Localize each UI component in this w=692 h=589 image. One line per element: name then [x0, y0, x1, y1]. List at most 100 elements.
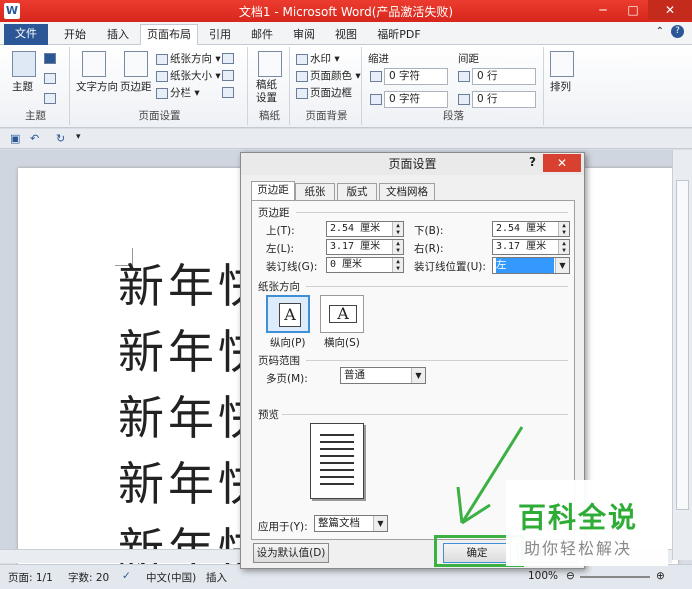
size-button[interactable]: 纸张大小 ▾	[156, 68, 221, 83]
tab-foxit-pdf[interactable]: 福昕PDF	[372, 25, 426, 45]
effects-icon[interactable]	[44, 93, 56, 104]
ribbon-tabs: 文件 开始 插入 页面布局 引用 邮件 审阅 视图 福昕PDF ⌃ ?	[0, 22, 692, 45]
landscape-icon: A	[329, 305, 357, 323]
page-border-button[interactable]: 页面边框	[296, 85, 352, 100]
bottom-margin-spinner[interactable]: ▲ ▼	[558, 222, 569, 236]
watermark-button[interactable]: 水印 ▾	[296, 51, 340, 66]
tab-mailings[interactable]: 邮件	[244, 25, 280, 45]
apply-to-select[interactable]: 整篇文档 ▼	[314, 515, 388, 532]
tab-view[interactable]: 视图	[328, 25, 364, 45]
dialog-tab-paper[interactable]: 纸张	[295, 183, 335, 201]
columns-button[interactable]: 分栏 ▾	[156, 85, 200, 100]
status-language[interactable]: 中文(中国)	[146, 570, 196, 585]
manuscript-button[interactable]: 稿纸设置	[256, 79, 282, 105]
tab-file[interactable]: 文件	[4, 24, 48, 45]
page-color-button[interactable]: 页面颜色 ▾	[296, 68, 361, 83]
gutter-spinner[interactable]: ▲ ▼	[392, 258, 403, 272]
ribbon-collapse-icon[interactable]: ⌃	[656, 26, 664, 37]
watermark-label: 水印	[310, 53, 331, 65]
close-window-button[interactable]: ✕	[648, 0, 692, 20]
status-zoom[interactable]: 100%	[528, 570, 558, 582]
customize-toolbar-icon[interactable]: ▾	[76, 132, 81, 142]
margins-icon[interactable]	[124, 51, 148, 77]
tab-insert[interactable]: 插入	[100, 25, 136, 45]
portrait-option[interactable]: A	[266, 295, 310, 333]
left-margin-field[interactable]: 3.17 厘米 ▲ ▼	[326, 239, 404, 255]
section-divider	[296, 212, 568, 213]
status-mode[interactable]: 插入	[206, 570, 227, 585]
spacing-label: 间距	[458, 53, 479, 65]
tab-review[interactable]: 审阅	[286, 25, 322, 45]
multiple-pages-select[interactable]: 普通 ▼	[340, 367, 426, 384]
text-direction-icon[interactable]	[82, 51, 106, 77]
theme-icon[interactable]	[12, 51, 36, 77]
set-default-button[interactable]: 设为默认值(D)	[253, 543, 329, 563]
indent-right-field[interactable]: 0 字符	[384, 91, 448, 108]
ribbon: 主题 主题 文字方向 页边距 纸张方向 ▾ 纸张大小 ▾ 分栏 ▾ 页面设置 稿…	[0, 45, 692, 128]
margins-button[interactable]: 页边距	[120, 79, 152, 94]
zoom-out-icon[interactable]: ⊖	[566, 570, 575, 582]
save-icon[interactable]: ▣	[10, 132, 20, 145]
dialog-tab-grid[interactable]: 文档网格	[379, 183, 435, 201]
margins-section-label: 页边距	[258, 207, 290, 219]
tab-references[interactable]: 引用	[202, 25, 238, 45]
manuscript-icon[interactable]	[258, 51, 282, 77]
colors-icon[interactable]	[44, 53, 56, 64]
line-numbers-icon[interactable]	[222, 70, 234, 81]
help-icon[interactable]: ?	[671, 25, 684, 38]
page-preview	[310, 423, 364, 499]
preview-line	[320, 476, 354, 478]
apply-to-value: 整篇文档	[318, 517, 360, 529]
group-label-paragraph: 段落	[443, 110, 464, 122]
status-page[interactable]: 页面: 1/1	[8, 570, 53, 585]
theme-button[interactable]: 主题	[12, 79, 33, 94]
top-margin-spinner[interactable]: ▲ ▼	[392, 222, 403, 236]
right-margin-field[interactable]: 3.17 厘米 ▲ ▼	[492, 239, 570, 255]
top-margin-field[interactable]: 2.54 厘米 ▲ ▼	[326, 221, 404, 237]
undo-icon[interactable]: ↶	[30, 132, 39, 145]
minimize-button[interactable]: ─	[588, 0, 618, 20]
portrait-label[interactable]: 纵向(P)	[270, 335, 306, 350]
quick-access-toolbar: ▣ ↶ ↻ ▾	[0, 129, 692, 149]
vertical-scroll-thumb[interactable]	[676, 180, 689, 510]
arrange-button[interactable]: 排列	[550, 79, 571, 94]
tab-page-layout[interactable]: 页面布局	[140, 24, 198, 45]
chevron-down-icon: ▼	[411, 368, 425, 383]
dialog-tab-layout[interactable]: 版式	[337, 183, 377, 201]
zoom-in-icon[interactable]: ⊕	[656, 570, 665, 582]
status-words[interactable]: 字数: 20	[68, 570, 109, 585]
landscape-label[interactable]: 横向(S)	[324, 335, 360, 350]
group-page-background: 水印 ▾ 页面颜色 ▾ 页面边框 页面背景	[292, 47, 362, 125]
gutter-field[interactable]: 0 厘米 ▲ ▼	[326, 257, 404, 273]
dialog-close-button[interactable]: ✕	[543, 154, 581, 172]
redo-icon[interactable]: ↻	[56, 132, 65, 145]
left-margin-label: 左(L):	[266, 243, 295, 255]
landscape-option[interactable]: A	[320, 295, 364, 333]
preview-line	[320, 441, 354, 443]
maximize-button[interactable]: □	[618, 0, 648, 20]
indent-right-value: 0 字符	[389, 93, 421, 105]
right-margin-spinner[interactable]: ▲ ▼	[558, 240, 569, 254]
gutter-position-select[interactable]: 左 ▼	[492, 257, 570, 274]
dialog-help-button[interactable]: ?	[529, 155, 536, 169]
hyphenation-icon[interactable]	[222, 87, 234, 98]
left-margin-spinner[interactable]: ▲ ▼	[392, 240, 403, 254]
group-theme: 主题 主题	[2, 47, 70, 125]
text-direction-button[interactable]: 文字方向	[76, 79, 118, 94]
spacing-before-field[interactable]: 0 行	[472, 68, 536, 85]
vertical-scrollbar[interactable]	[672, 150, 692, 560]
chevron-down-icon: ▼	[555, 258, 569, 273]
orientation-button[interactable]: 纸张方向 ▾	[156, 51, 221, 66]
spacing-after-field[interactable]: 0 行	[472, 91, 536, 108]
tab-home[interactable]: 开始	[56, 25, 94, 45]
indent-left-field[interactable]: 0 字符	[384, 68, 448, 85]
zoom-slider[interactable]	[580, 576, 650, 578]
dialog-tab-margins[interactable]: 页边距	[251, 181, 295, 201]
top-margin-label: 上(T):	[266, 225, 295, 237]
fonts-icon[interactable]	[44, 73, 56, 84]
proofing-icon[interactable]: ✓	[122, 570, 131, 582]
breaks-icon[interactable]	[222, 53, 234, 64]
word-app-icon[interactable]: W	[4, 3, 20, 19]
arrange-icon[interactable]	[550, 51, 574, 77]
bottom-margin-field[interactable]: 2.54 厘米 ▲ ▼	[492, 221, 570, 237]
